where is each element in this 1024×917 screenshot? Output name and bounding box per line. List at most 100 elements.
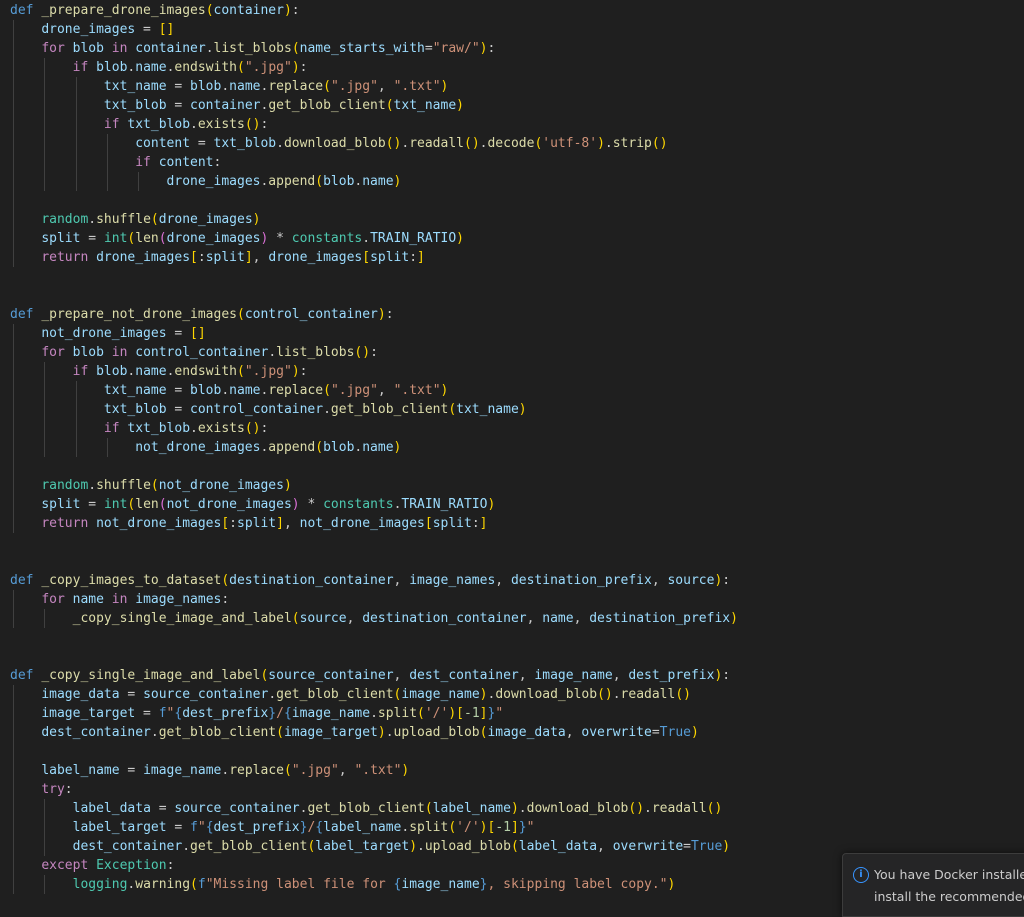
- code-token: image_names: [409, 573, 496, 588]
- code-line: try:: [10, 780, 72, 799]
- code-token: :: [370, 345, 378, 360]
- code-token: ): [291, 364, 300, 379]
- code-token: f: [158, 706, 167, 721]
- code-token: list_blobs: [213, 41, 292, 56]
- code-token: not_drone_images: [158, 478, 284, 493]
- code-token: ".jpg": [244, 364, 292, 379]
- code-token: txt_blob: [103, 98, 167, 113]
- code-token: image_name: [401, 687, 480, 702]
- code-token: overwrite: [612, 839, 684, 854]
- code-token: drone_images: [41, 22, 136, 37]
- code-token: [: [221, 516, 230, 531]
- code-token: .: [182, 839, 191, 854]
- code-token: ,: [252, 250, 269, 265]
- code-token: (: [291, 611, 300, 626]
- code-token: (: [448, 820, 457, 835]
- code-token: (: [237, 364, 245, 379]
- code-token: :: [722, 668, 731, 683]
- docker-notification-toast[interactable]: i You have Docker installed o install th…: [842, 853, 1024, 917]
- code-token: ]: [510, 820, 519, 835]
- code-token: download_blob: [526, 801, 629, 816]
- code-token: not_drone_images: [135, 440, 261, 455]
- code-token: name: [135, 60, 167, 75]
- code-token: get_blob_client: [158, 725, 277, 740]
- code-line: for blob in control_container.list_blobs…: [10, 343, 378, 362]
- code-token: source_container: [174, 801, 300, 816]
- code-token: ".txt": [393, 383, 441, 398]
- code-token: image_name: [143, 763, 222, 778]
- code-token: not_drone_images: [96, 516, 222, 531]
- code-token: list_blobs: [276, 345, 355, 360]
- code-token: destination_container: [229, 573, 394, 588]
- code-token: dest_container: [72, 839, 183, 854]
- code-token: append: [268, 440, 316, 455]
- code-line: not_drone_images = []: [10, 324, 205, 343]
- code-token: ): [730, 611, 738, 626]
- code-token: ,: [612, 668, 629, 683]
- code-token: decode: [487, 136, 535, 151]
- code-token: blob: [96, 364, 128, 379]
- code-line: label_name = image_name.replace(".jpg", …: [10, 761, 409, 780]
- code-token: (: [315, 174, 324, 189]
- code-token: ): [510, 801, 519, 816]
- code-token: TRAIN_RATIO: [370, 231, 457, 246]
- code-token: readall: [651, 801, 707, 816]
- code-token: image_target: [41, 706, 136, 721]
- code-token: ): [409, 839, 418, 854]
- code-token: name: [362, 174, 394, 189]
- code-token: dest_prefix: [628, 668, 715, 683]
- code-token: ,: [495, 573, 511, 588]
- code-token: content: [158, 155, 214, 170]
- code-token: (: [158, 231, 167, 246]
- code-token: .: [362, 231, 371, 246]
- code-token: txt_blob: [213, 136, 277, 151]
- code-token: .: [276, 136, 284, 151]
- code-token: label_data: [72, 801, 151, 816]
- code-token: dest_prefix: [182, 706, 269, 721]
- code-token: ): [690, 725, 699, 740]
- code-token: split: [409, 820, 449, 835]
- code-token: txt_blob: [127, 117, 191, 132]
- code-token: name: [229, 383, 261, 398]
- code-token: random: [41, 212, 89, 227]
- code-token: :: [471, 516, 480, 531]
- code-token: (: [276, 725, 284, 740]
- code-token: endswith: [174, 60, 238, 75]
- code-token: random: [41, 478, 89, 493]
- code-token: source_container: [268, 668, 394, 683]
- code-token: ): [597, 136, 605, 151]
- code-line: split = int(len(drone_images) * constant…: [10, 229, 464, 248]
- code-line: txt_blob = container.get_blob_client(txt…: [10, 96, 464, 115]
- code-token: name: [362, 440, 394, 455]
- code-token: (: [190, 877, 198, 892]
- code-token: drone_images: [158, 212, 253, 227]
- code-token: image_name: [534, 668, 613, 683]
- code-token: (): [675, 687, 691, 702]
- code-token: dest_container: [409, 668, 519, 683]
- code-token: blob: [72, 41, 104, 56]
- code-token: constants: [291, 231, 363, 246]
- code-token: =: [166, 383, 191, 398]
- code-token: (: [150, 478, 159, 493]
- code-token: return: [41, 516, 89, 531]
- code-token: ): [283, 478, 292, 493]
- code-line: return drone_images[:split], drone_image…: [10, 248, 425, 267]
- code-token: ]: [244, 250, 253, 265]
- code-token: def: [10, 668, 34, 683]
- code-token: =: [166, 98, 191, 113]
- code-token: (: [283, 763, 292, 778]
- code-line: def _prepare_not_drone_images(control_co…: [10, 305, 394, 324]
- code-token: int: [103, 231, 128, 246]
- code-token: :: [221, 592, 230, 607]
- code-editor[interactable]: def _prepare_drone_images(container): dr…: [0, 0, 1024, 908]
- code-token: ): [487, 497, 496, 512]
- code-line: for blob in container.list_blobs(name_st…: [10, 39, 495, 58]
